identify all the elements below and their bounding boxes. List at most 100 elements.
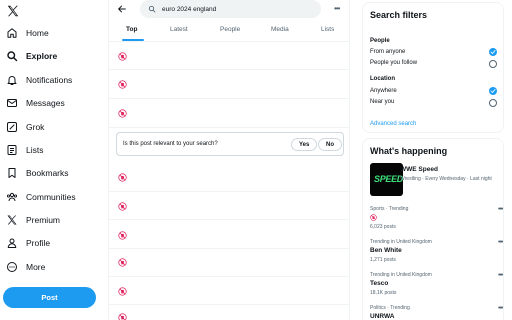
check-icon — [490, 89, 496, 93]
nav-item-messages[interactable]: Messages — [6, 94, 65, 112]
post-row[interactable] — [109, 164, 349, 192]
nav-item-home[interactable]: Home — [6, 24, 49, 42]
nav-label: Bookmarks — [26, 168, 69, 178]
nav-item-profile[interactable]: Profile — [6, 234, 50, 252]
radio-anywhere[interactable] — [489, 87, 497, 95]
post-button[interactable]: Post — [3, 287, 96, 308]
nav-label: Grok — [26, 122, 45, 132]
advanced-search-link[interactable]: Advanced search — [370, 121, 416, 127]
nav-label: Notifications — [26, 75, 73, 85]
search-tabs: Top Latest People Media Lists — [109, 20, 349, 42]
post-row[interactable] — [109, 305, 349, 320]
nav-item-grok[interactable]: Grok — [6, 118, 44, 136]
home-icon — [7, 28, 17, 38]
tab-lists[interactable]: Lists — [321, 26, 334, 33]
tab-media[interactable]: Media — [271, 26, 289, 33]
relevance-prompt: Is this post relevant to your search? Ye… — [116, 132, 344, 156]
nav-item-lists[interactable]: Lists — [6, 141, 43, 159]
trend-more-icon[interactable]: ••• — [498, 206, 503, 213]
avatar — [118, 173, 127, 182]
trend-name[interactable]: Ben White — [370, 247, 402, 254]
nav-label: Communities — [26, 192, 76, 202]
trend-count: 18.1K posts — [370, 290, 397, 296]
nav-item-premium[interactable]: Premium — [6, 211, 60, 229]
avatar — [370, 214, 377, 221]
nav-item-more[interactable]: More — [6, 258, 45, 276]
post-row[interactable] — [109, 277, 349, 305]
nav-item-explore[interactable]: Explore — [6, 47, 57, 65]
nav-label: Profile — [26, 238, 51, 248]
filter-option-near-you[interactable]: Near you — [370, 99, 394, 105]
radio-people-you-follow[interactable] — [489, 60, 497, 68]
check-icon — [490, 50, 496, 54]
featured-subtitle: Wrestling · Every Wednesday · Last night — [400, 176, 492, 182]
whats-happening-card: What's happening SPEED WWE Speed Wrestli… — [362, 138, 504, 320]
bell-icon — [7, 76, 17, 85]
avatar — [118, 258, 127, 267]
left-sidebar: Home Explore Notifications Messages Grok… — [0, 0, 108, 320]
right-sidebar: Search filters People From anyone People… — [350, 0, 512, 320]
nav-label: Messages — [26, 98, 65, 108]
trend-meta: Trending in United Kingdom — [370, 239, 432, 245]
communities-icon — [6, 192, 18, 202]
post-row[interactable] — [109, 249, 349, 277]
featured-thumbnail[interactable]: SPEED — [370, 163, 403, 196]
post-row[interactable] — [109, 70, 349, 99]
nav-item-communities[interactable]: Communities — [6, 188, 76, 206]
avatar — [118, 80, 127, 89]
search-box[interactable] — [140, 0, 321, 18]
post-row[interactable] — [109, 99, 349, 128]
relevance-question: Is this post relevant to your search? — [123, 141, 218, 147]
x-logo-icon[interactable] — [6, 4, 20, 18]
post-row[interactable] — [109, 220, 349, 249]
avatar — [118, 287, 127, 296]
trend-more-icon[interactable]: ••• — [498, 272, 503, 279]
avatar — [118, 202, 127, 211]
avatar — [118, 109, 127, 118]
grok-icon — [7, 122, 17, 132]
tab-people[interactable]: People — [220, 26, 240, 33]
trend-name[interactable]: UNRWA — [370, 313, 394, 320]
search-results-column: ••• Top Latest People Media Lists Is thi… — [108, 0, 350, 320]
envelope-icon — [7, 99, 17, 107]
post-row[interactable] — [109, 192, 349, 220]
relevance-no-button[interactable]: No — [318, 138, 342, 151]
trend-more-icon[interactable]: ••• — [498, 305, 503, 312]
avatar — [118, 52, 127, 61]
search-filters-title: Search filters — [370, 10, 428, 20]
filter-option-anywhere[interactable]: Anywhere — [370, 88, 397, 94]
x-logo-icon — [7, 215, 17, 225]
trend-meta: Sports · Trending — [370, 206, 409, 212]
list-icon — [7, 145, 17, 155]
tab-latest[interactable]: Latest — [170, 26, 188, 33]
filter-option-from-anyone[interactable]: From anyone — [370, 49, 405, 55]
radio-near-you[interactable] — [489, 99, 497, 107]
trend-more-icon[interactable]: ••• — [498, 239, 503, 246]
avatar — [118, 313, 127, 320]
search-icon — [148, 5, 156, 13]
nav-item-bookmarks[interactable]: Bookmarks — [6, 164, 69, 182]
more-circle-icon — [7, 262, 17, 272]
nav-label: Lists — [26, 145, 44, 155]
search-filters-card: Search filters People From anyone People… — [362, 2, 504, 133]
trend-meta: Politics · Trending — [370, 305, 410, 311]
back-arrow-icon[interactable] — [117, 4, 127, 14]
whats-happening-title: What's happening — [370, 146, 448, 156]
featured-title[interactable]: WWE Speed — [400, 166, 438, 173]
post-row[interactable] — [109, 43, 349, 70]
relevance-yes-button[interactable]: Yes — [291, 138, 318, 151]
tab-top[interactable]: Top — [126, 26, 137, 33]
location-heading: Location — [370, 76, 395, 82]
nav-label: Explore — [26, 51, 58, 61]
filter-option-people-you-follow[interactable]: People you follow — [370, 60, 417, 66]
bookmark-icon — [8, 168, 16, 178]
nav-label: Home — [26, 28, 49, 38]
trend-meta: Trending in United Kingdom — [370, 272, 432, 278]
radio-from-anyone[interactable] — [489, 48, 497, 56]
nav-item-notifications[interactable]: Notifications — [6, 71, 72, 89]
people-heading: People — [370, 38, 390, 44]
trend-name[interactable]: Tesco — [370, 280, 388, 287]
more-options-icon[interactable]: ••• — [334, 4, 340, 13]
search-input[interactable] — [162, 5, 312, 13]
trend-count: 1,271 posts — [370, 257, 396, 263]
